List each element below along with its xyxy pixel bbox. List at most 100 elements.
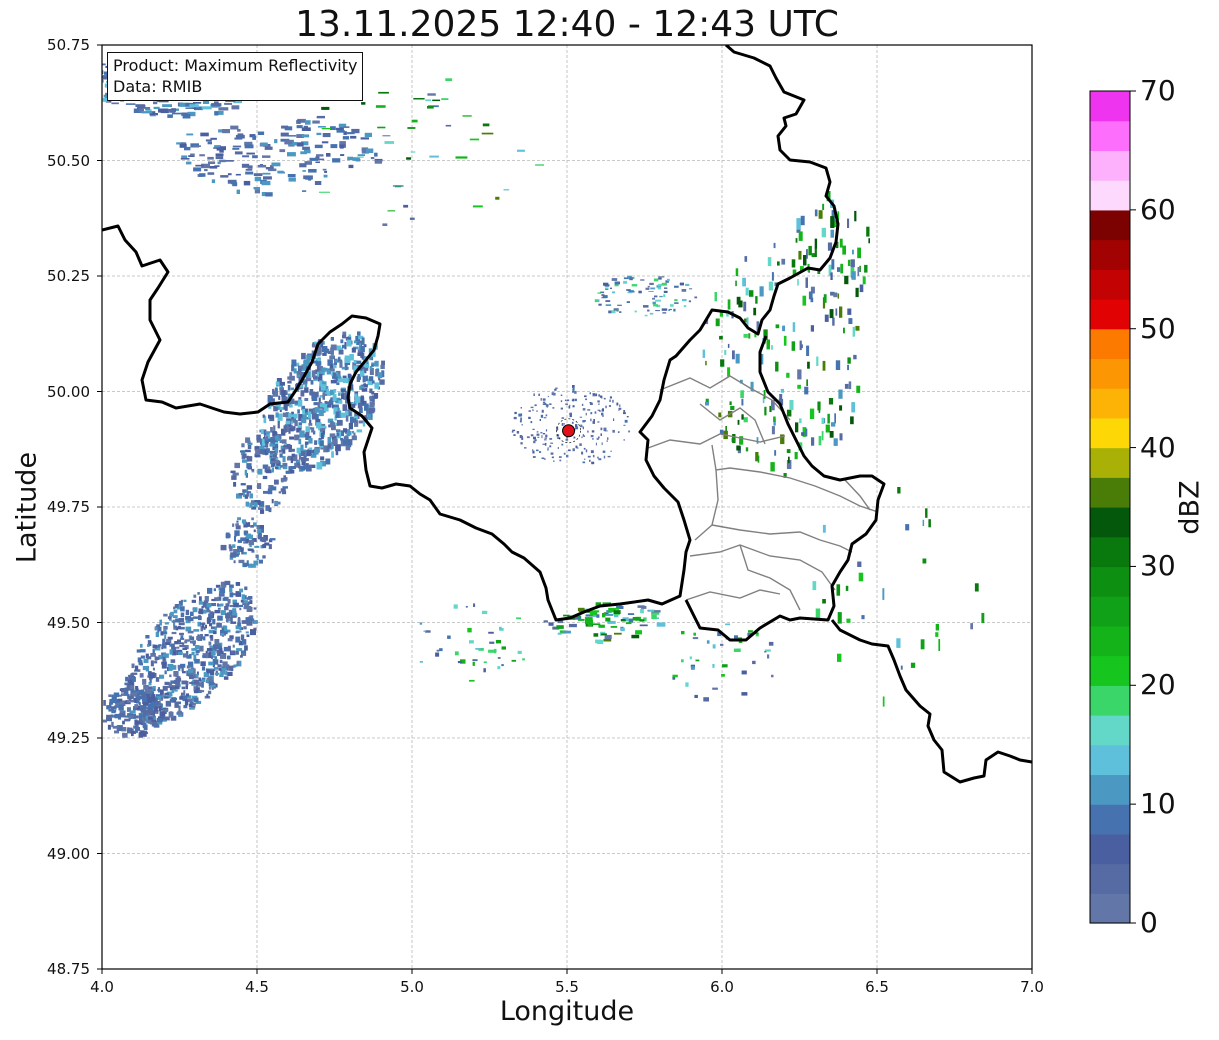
echo-pixel	[215, 672, 220, 675]
echo-pixel	[281, 125, 289, 129]
echo-pixel	[560, 394, 563, 396]
echo-pixel	[147, 656, 152, 660]
echo-pixel	[260, 142, 268, 146]
echo-pixel	[822, 599, 826, 604]
radar-map	[80, 44, 1136, 974]
echo-pixel	[614, 281, 620, 285]
echo-pixel	[851, 271, 856, 280]
echo-pixel	[249, 600, 253, 604]
echo-pixel	[241, 163, 250, 168]
echo-pixel	[528, 416, 531, 419]
echo-pixel	[632, 617, 640, 621]
echo-pixel	[598, 403, 600, 405]
echo-pixel	[243, 180, 251, 186]
echo-pixel	[237, 517, 241, 521]
echo-pixel	[743, 333, 748, 338]
echo-pixel	[483, 661, 487, 664]
echo-pixel	[207, 156, 214, 160]
echo-pixel	[532, 456, 536, 458]
echo-pixel	[748, 630, 753, 633]
echo-pixel	[520, 413, 523, 417]
echo-pixel	[175, 678, 182, 682]
echo-pixel	[457, 661, 463, 664]
echo-pixel	[332, 372, 337, 379]
echo-pixel	[827, 242, 833, 251]
echo-pixel	[287, 385, 291, 391]
echo-pixel	[572, 385, 575, 388]
echo-pixel	[242, 459, 248, 463]
echo-pixel	[780, 388, 784, 393]
echo-pixel	[238, 559, 245, 564]
echo-pixel	[897, 487, 901, 494]
echo-pixel	[291, 359, 297, 367]
echo-pixel	[520, 417, 522, 421]
data-source: Data: RMIB	[113, 77, 203, 96]
echo-pixel	[318, 397, 321, 402]
echo-pixel	[568, 405, 571, 409]
echo-pixel	[429, 155, 439, 158]
colorbar-tick-label: 10	[1140, 787, 1176, 821]
colorbar-segment	[1090, 299, 1130, 330]
echo-pixel	[206, 693, 209, 698]
echo-pixel	[142, 111, 153, 114]
echo-pixel	[186, 665, 191, 669]
echo-pixel	[178, 625, 181, 629]
echo-pixel	[80, 79, 87, 81]
echo-pixel	[494, 648, 497, 654]
echo-pixel	[348, 334, 351, 338]
echo-pixel	[155, 631, 160, 637]
colorbar-segment	[1090, 566, 1130, 597]
echo-pixel	[631, 284, 638, 287]
echo-pixel	[246, 491, 249, 497]
echo-pixel	[261, 536, 267, 543]
echo-pixel	[138, 689, 141, 696]
colorbar-segment	[1090, 91, 1130, 122]
echo-pixel	[247, 444, 252, 449]
echo-pixel	[146, 689, 152, 694]
echo-pixel	[736, 648, 741, 652]
echo-pixel	[540, 398, 542, 401]
echo-pixel	[447, 635, 451, 639]
echo-pixel	[517, 149, 525, 152]
echo-pixel	[689, 656, 692, 660]
echo-pixel	[283, 425, 287, 433]
echo-pixel	[170, 680, 175, 684]
echo-pixel	[207, 690, 212, 695]
echo-pixel	[613, 610, 621, 614]
echo-pixel	[674, 285, 679, 288]
echo-pixel	[453, 604, 458, 609]
echo-pixel	[361, 102, 366, 105]
echo-pixel	[339, 145, 344, 149]
echo-pixel	[607, 437, 609, 440]
echo-pixel	[322, 392, 325, 400]
echo-pixel	[335, 449, 339, 456]
x-tick-marks	[101, 969, 1033, 974]
echo-pixel	[503, 189, 510, 191]
echo-pixel	[250, 563, 256, 568]
echo-pixel	[94, 72, 101, 76]
echo-pixel	[839, 433, 843, 441]
echo-pixel	[195, 164, 204, 167]
echo-pixel	[154, 661, 158, 664]
echo-pixel	[532, 450, 535, 454]
echo-pixel	[281, 390, 286, 397]
echo-pixel	[553, 460, 555, 462]
echo-pixel	[231, 615, 237, 618]
echo-pixel	[582, 461, 586, 464]
echo-pixel	[163, 696, 169, 699]
echo-pixel	[648, 609, 655, 612]
echo-pixel	[576, 447, 579, 449]
echo-pixel	[231, 650, 235, 654]
echo-pixel	[610, 450, 612, 452]
echo-pixel	[94, 77, 99, 80]
echo-pixel	[153, 101, 158, 105]
echo-pixel	[601, 412, 604, 416]
echo-pixel	[198, 600, 203, 605]
echo-pixel	[338, 392, 341, 396]
echo-pixel	[184, 699, 189, 706]
echo-pixel	[857, 561, 862, 567]
echo-pixel	[343, 428, 348, 433]
echo-pixel	[332, 394, 337, 401]
echo-pixel	[306, 464, 311, 471]
echo-pixel	[233, 602, 239, 608]
